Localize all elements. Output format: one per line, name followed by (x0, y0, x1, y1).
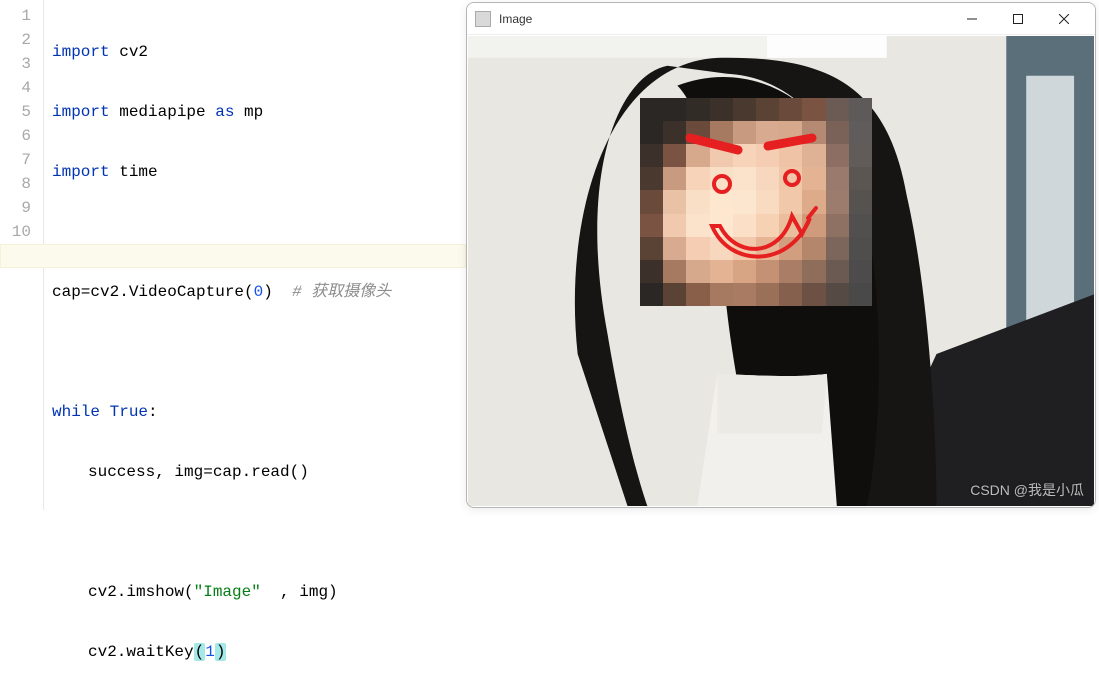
image-content: CSDN @我是小瓜 (468, 36, 1094, 506)
code-line (52, 520, 466, 544)
maximize-icon (1013, 14, 1023, 24)
code-editor[interactable]: 1 2 3 4 5 6 7 8 9 10 11 import cv2 impor… (0, 0, 466, 510)
lineno: 7 (0, 148, 31, 172)
minimize-button[interactable] (949, 3, 995, 35)
pixelated-face (640, 98, 872, 306)
close-icon (1059, 14, 1069, 24)
lineno: 9 (0, 196, 31, 220)
image-window[interactable]: Image (466, 2, 1096, 508)
close-button[interactable] (1041, 3, 1087, 35)
lineno: 8 (0, 172, 31, 196)
app-icon (475, 11, 491, 27)
minimize-icon (967, 14, 977, 24)
code-line: while True: (52, 400, 466, 424)
lineno: 1 (0, 4, 31, 28)
lineno: 5 (0, 100, 31, 124)
code-line: success, img=cap.read() (52, 460, 466, 484)
titlebar[interactable]: Image (467, 3, 1095, 35)
code-line: cap=cv2.VideoCapture(0) # 获取摄像头 (52, 280, 466, 304)
lineno: 4 (0, 76, 31, 100)
lineno: 3 (0, 52, 31, 76)
watermark: CSDN @我是小瓜 (970, 480, 1084, 500)
code-line: import cv2 (52, 40, 466, 64)
code-line (52, 220, 466, 244)
window-title: Image (499, 12, 949, 26)
lineno: 2 (0, 28, 31, 52)
maximize-button[interactable] (995, 3, 1041, 35)
code-line (52, 340, 466, 364)
code-line: import mediapipe as mp (52, 100, 466, 124)
code-line: cv2.imshow("Image" , img) (52, 580, 466, 604)
code-line: import time (52, 160, 466, 184)
code-line: cv2.waitKey(1) (52, 640, 466, 664)
lineno: 10 (0, 220, 31, 244)
lineno: 6 (0, 124, 31, 148)
